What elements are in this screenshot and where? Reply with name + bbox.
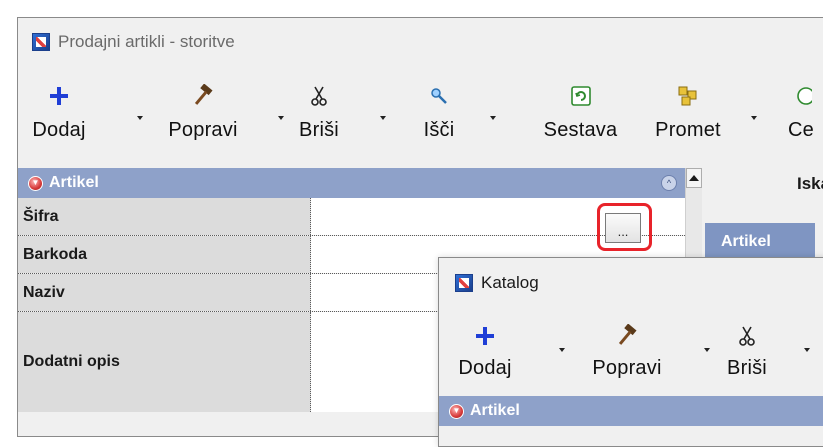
scissors-icon bbox=[732, 321, 762, 351]
add-button[interactable]: Dodaj bbox=[29, 78, 89, 174]
catalog-title: Katalog bbox=[481, 273, 539, 292]
hammer-icon bbox=[612, 321, 642, 351]
toolbar: Dodaj Popravi Briši Išči Sestava Promet … bbox=[18, 78, 823, 174]
field-row-sifra: Šifra bbox=[18, 198, 685, 236]
catalog-window: Katalog Dodaj Popravi Briši ▼ Artikel bbox=[438, 257, 823, 447]
plus-icon bbox=[470, 321, 500, 351]
search-dropdown-arrow[interactable] bbox=[490, 116, 496, 120]
search-button[interactable]: Išči bbox=[414, 78, 464, 174]
edit-dropdown-arrow[interactable] bbox=[278, 116, 284, 120]
delete-button-label: Briši bbox=[299, 119, 339, 141]
scissors-icon bbox=[304, 81, 334, 111]
add-button-label: Dodaj bbox=[32, 119, 86, 141]
scroll-up-arrow[interactable] bbox=[686, 168, 702, 188]
delete-dropdown-arrow[interactable] bbox=[380, 116, 386, 120]
field-label: Naziv bbox=[18, 274, 311, 311]
promet-icon bbox=[673, 81, 703, 111]
magnifier-icon bbox=[424, 81, 454, 111]
right-panel-header: Iska bbox=[797, 174, 823, 193]
catalog-add-dropdown-arrow[interactable] bbox=[559, 348, 565, 352]
expand-icon[interactable]: ▼ bbox=[28, 175, 43, 191]
ce-button[interactable]: Ce bbox=[771, 78, 823, 174]
promet-button-label: Promet bbox=[655, 119, 721, 141]
catalog-title-bar: Katalog bbox=[439, 258, 823, 308]
app-icon bbox=[32, 33, 50, 51]
edit-button-label: Popravi bbox=[168, 119, 238, 141]
expand-icon[interactable]: ▼ bbox=[449, 403, 464, 419]
edit-button[interactable]: Popravi bbox=[153, 78, 253, 174]
catalog-panel-title: Artikel bbox=[470, 402, 520, 419]
catalog-add-label: Dodaj bbox=[458, 357, 512, 379]
sestava-button[interactable]: Sestava bbox=[523, 78, 638, 174]
green-icon bbox=[786, 81, 816, 111]
add-dropdown-arrow[interactable] bbox=[137, 116, 143, 120]
hammer-icon bbox=[188, 81, 218, 111]
catalog-toolbar: Dodaj Popravi Briši bbox=[439, 318, 823, 398]
tab-artikel[interactable]: Artikel bbox=[705, 223, 815, 261]
delete-button[interactable]: Briši bbox=[287, 78, 351, 174]
app-icon bbox=[455, 274, 473, 292]
catalog-delete-dropdown-arrow[interactable] bbox=[804, 348, 810, 352]
field-label: Dodatni opis bbox=[18, 312, 311, 412]
catalog-delete-label: Briši bbox=[727, 357, 767, 379]
panel-title: Artikel bbox=[49, 174, 99, 191]
ce-button-label: Ce bbox=[788, 119, 814, 141]
sestava-button-label: Sestava bbox=[543, 119, 618, 141]
field-label: Barkoda bbox=[18, 236, 311, 273]
artikel-panel-header[interactable]: ▼ Artikel ^ bbox=[18, 168, 685, 198]
plus-icon bbox=[44, 81, 74, 111]
catalog-edit-dropdown-arrow[interactable] bbox=[704, 348, 710, 352]
collapse-icon[interactable]: ^ bbox=[661, 175, 677, 191]
catalog-panel-header[interactable]: ▼ Artikel bbox=[439, 396, 823, 426]
sestava-icon bbox=[566, 81, 596, 111]
promet-button[interactable]: Promet bbox=[638, 78, 738, 174]
title-bar: Prodajni artikli - storitve bbox=[18, 18, 823, 66]
window-title: Prodajni artikli - storitve bbox=[58, 32, 235, 51]
catalog-edit-label: Popravi bbox=[592, 357, 662, 379]
search-button-label: Išči bbox=[423, 119, 455, 141]
promet-dropdown-arrow[interactable] bbox=[751, 116, 757, 120]
field-label: Šifra bbox=[18, 198, 311, 235]
ellipsis-button[interactable]: ... bbox=[605, 213, 641, 243]
